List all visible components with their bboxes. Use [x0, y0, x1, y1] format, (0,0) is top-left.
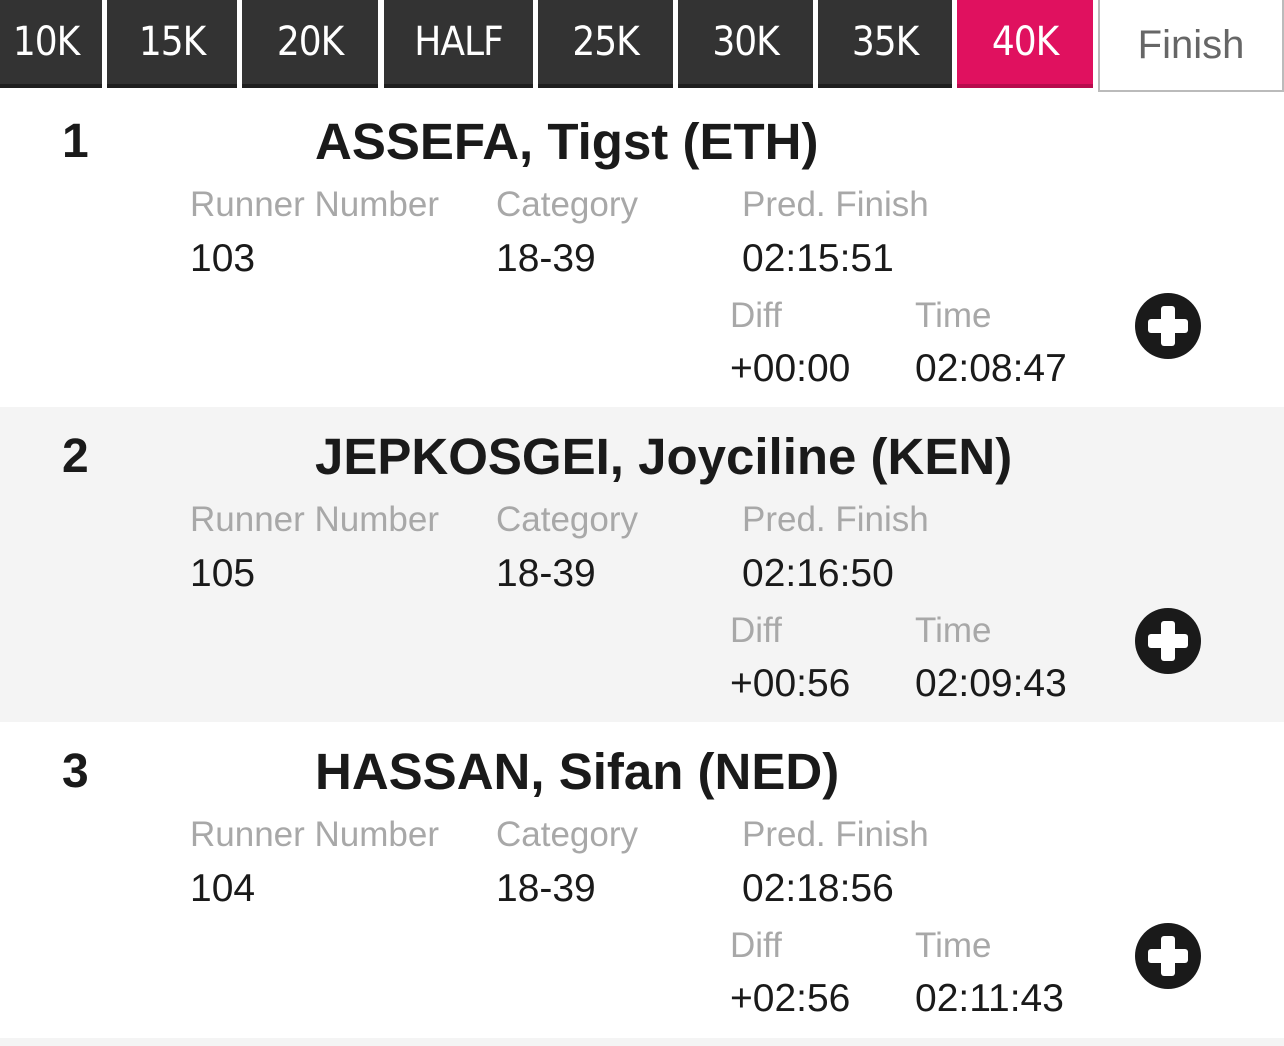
rank: 2 [62, 430, 89, 483]
time-label: Time [915, 926, 992, 965]
results-list: 1 ASSEFA, Tigst (ETH) Runner Number Cate… [0, 92, 1284, 1037]
diff-value: +02:56 [730, 977, 851, 1020]
split-tabs: 10K 15K 20K HALF 25K 30K 35K 40K Finish [0, 0, 1284, 92]
time-value: 02:08:47 [915, 347, 1067, 390]
diff-label: Diff [730, 926, 782, 965]
pred-finish-label: Pred. Finish [742, 185, 929, 224]
diff-value: +00:56 [730, 662, 851, 705]
category-value: 18-39 [496, 867, 596, 910]
diff-label: Diff [730, 296, 782, 335]
plus-circle-icon[interactable] [1135, 608, 1201, 674]
tab-30k[interactable]: 30K [678, 0, 813, 88]
category-label: Category [496, 815, 639, 854]
next-row-edge [0, 1038, 1284, 1046]
result-row: 2 JEPKOSGEI, Joyciline (KEN) Runner Numb… [0, 407, 1284, 722]
result-row: 1 ASSEFA, Tigst (ETH) Runner Number Cate… [0, 92, 1284, 407]
plus-circle-icon[interactable] [1135, 293, 1201, 359]
tab-10k[interactable]: 10K [0, 0, 102, 88]
runner-number-label: Runner Number [190, 815, 439, 854]
rank: 1 [62, 115, 89, 168]
tab-35k[interactable]: 35K [818, 0, 952, 88]
athlete-name[interactable]: JEPKOSGEI, Joyciline (KEN) [315, 427, 1012, 486]
category-label: Category [496, 185, 639, 224]
diff-value: +00:00 [730, 347, 851, 390]
runner-number-value: 105 [190, 552, 256, 595]
category-label: Category [496, 500, 639, 539]
time-value: 02:11:43 [915, 977, 1064, 1020]
tab-25k[interactable]: 25K [538, 0, 673, 88]
category-value: 18-39 [496, 237, 596, 280]
plus-circle-icon[interactable] [1135, 923, 1201, 989]
time-label: Time [915, 611, 992, 650]
runner-number-value: 103 [190, 237, 256, 280]
time-label: Time [915, 296, 992, 335]
category-value: 18-39 [496, 552, 596, 595]
athlete-name[interactable]: ASSEFA, Tigst (ETH) [315, 112, 818, 171]
tab-half[interactable]: HALF [384, 0, 533, 88]
pred-finish-value: 02:15:51 [742, 237, 894, 280]
pred-finish-value: 02:16:50 [742, 552, 894, 595]
pred-finish-value: 02:18:56 [742, 867, 894, 910]
rank: 3 [62, 745, 89, 798]
runner-number-value: 104 [190, 867, 256, 910]
time-value: 02:09:43 [915, 662, 1067, 705]
athlete-name[interactable]: HASSAN, Sifan (NED) [315, 742, 839, 801]
diff-label: Diff [730, 611, 782, 650]
runner-number-label: Runner Number [190, 500, 439, 539]
runner-number-label: Runner Number [190, 185, 439, 224]
pred-finish-label: Pred. Finish [742, 815, 929, 854]
pred-finish-label: Pred. Finish [742, 500, 929, 539]
tab-20k[interactable]: 20K [242, 0, 378, 88]
tab-finish[interactable]: Finish [1098, 0, 1284, 92]
result-row: 3 HASSAN, Sifan (NED) Runner Number Cate… [0, 722, 1284, 1037]
tab-15k[interactable]: 15K [107, 0, 237, 88]
tab-40k[interactable]: 40K [957, 0, 1093, 88]
